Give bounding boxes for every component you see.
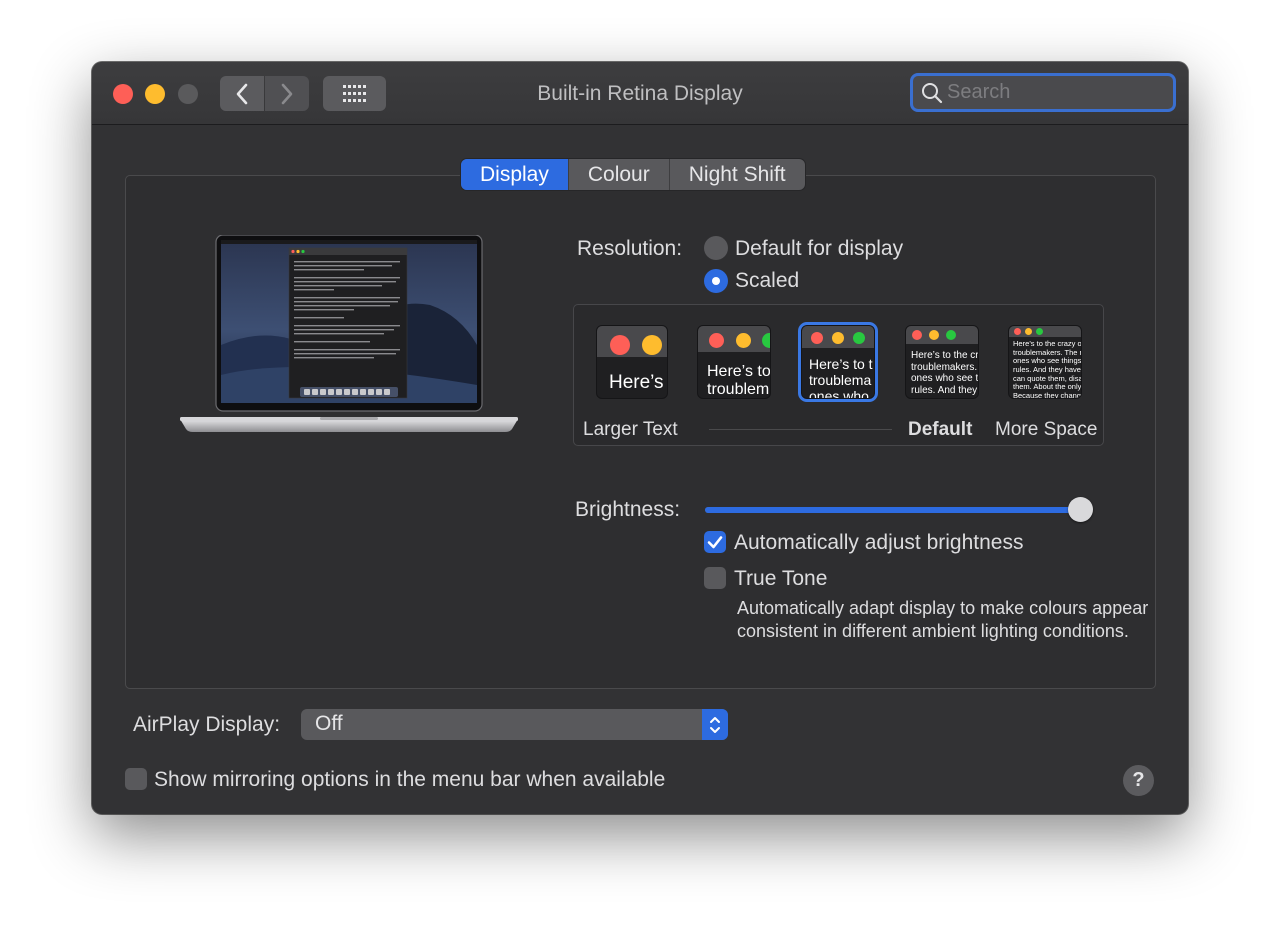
select-stepper[interactable]	[702, 709, 728, 740]
true-tone-checkbox[interactable]	[704, 567, 726, 589]
brightness-label: Brightness:	[575, 498, 681, 521]
macbook-illustration	[180, 235, 518, 432]
show-mirroring-label[interactable]: Show mirroring options in the menu bar w…	[154, 768, 665, 792]
airplay-display-label: AirPlay Display:	[133, 713, 281, 736]
tab-display[interactable]: Display	[461, 159, 569, 190]
true-tone-description: Automatically adapt display to make colo…	[737, 598, 1149, 641]
tab-night-shift[interactable]: Night Shift	[670, 159, 805, 190]
scaled-label[interactable]: Scaled	[735, 269, 799, 293]
title-bar: Built-in Retina Display	[92, 62, 1188, 125]
search-field[interactable]	[910, 73, 1176, 112]
preferences-window: Built-in Retina Display Display Colour N…	[92, 62, 1188, 814]
auto-brightness-checkbox[interactable]	[704, 531, 726, 553]
airplay-display-select[interactable]: Off	[301, 709, 728, 740]
airplay-selected-value: Off	[315, 712, 343, 735]
scale-option-2[interactable]: Here’s to troublem	[697, 325, 771, 399]
scaled-radio[interactable]	[704, 269, 728, 293]
search-input[interactable]	[945, 80, 1169, 105]
scale-option-larger-text[interactable]: Here’s	[596, 325, 668, 399]
scaled-resolution-picker: Here’s Here’s to troublem Here’s to t tr…	[573, 304, 1104, 446]
auto-brightness-label[interactable]: Automatically adjust brightness	[734, 531, 1023, 555]
default-scale-label: Default	[908, 419, 973, 440]
search-icon	[922, 82, 943, 103]
checkmark-icon	[707, 536, 723, 549]
brightness-slider-knob[interactable]	[1068, 497, 1093, 522]
scale-option-default[interactable]: Here’s to t troublema ones who	[798, 322, 878, 402]
scale-track	[709, 429, 892, 430]
show-mirroring-checkbox[interactable]	[125, 768, 147, 790]
scale-option-more-space[interactable]: Here’s to the crazy one troublemakers. T…	[1008, 325, 1082, 399]
tab-colour[interactable]: Colour	[569, 159, 670, 190]
brightness-slider-fill	[705, 507, 1081, 513]
chevron-up-down-icon	[710, 716, 720, 733]
default-for-display-label[interactable]: Default for display	[735, 237, 903, 261]
larger-text-label: Larger Text	[583, 419, 678, 440]
help-button[interactable]: ?	[1123, 765, 1154, 796]
tab-bar: Display Colour Night Shift	[461, 159, 805, 190]
true-tone-label[interactable]: True Tone	[734, 567, 827, 591]
brightness-slider[interactable]	[705, 497, 1093, 522]
scale-option-4[interactable]: Here’s to the cr troublemakers. ones who…	[905, 325, 979, 399]
default-for-display-radio[interactable]	[704, 236, 728, 260]
more-space-label: More Space	[995, 419, 1098, 440]
resolution-label: Resolution:	[577, 237, 683, 260]
